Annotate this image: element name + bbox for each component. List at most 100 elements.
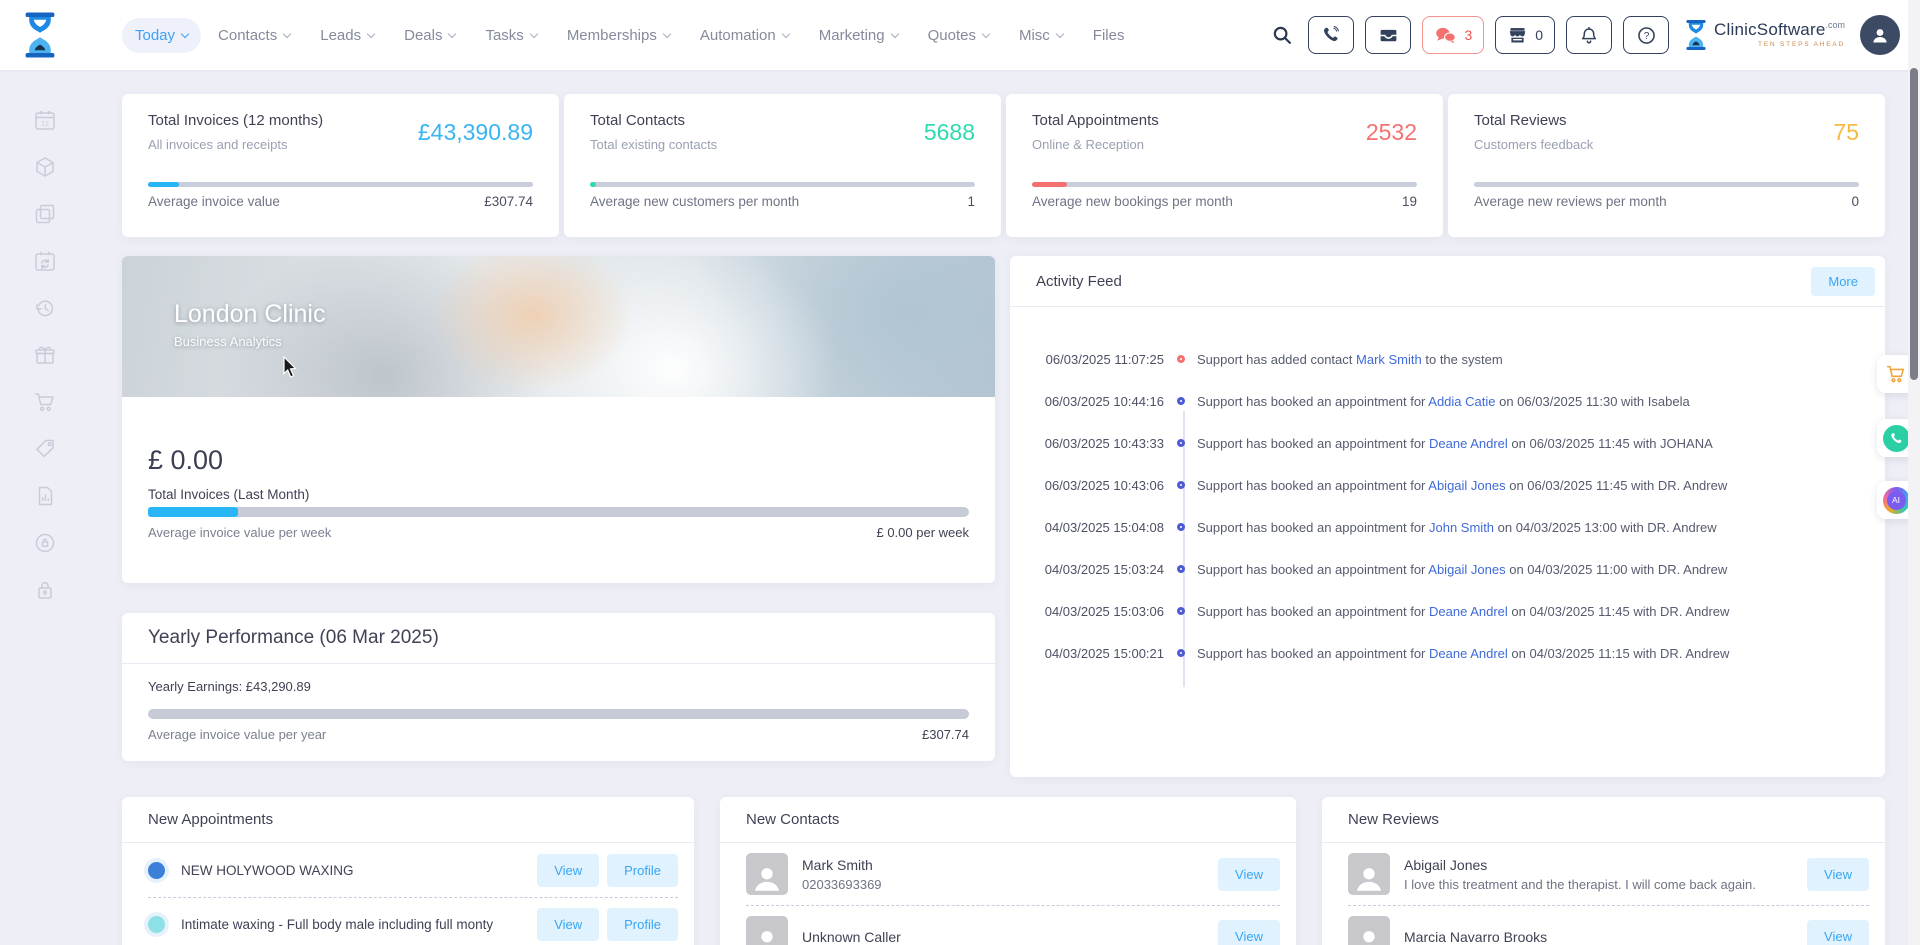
store-button[interactable]: 0 [1495,16,1555,54]
chat-button[interactable]: 3 [1422,16,1484,54]
layers-icon[interactable] [33,202,57,226]
search-icon[interactable] [1267,24,1297,46]
profile-button[interactable]: Profile [607,854,678,887]
nav-deals[interactable]: Deals [391,18,468,53]
activity-timestamp: 04/03/2025 15:00:21 [1036,646,1164,661]
avatar [746,853,788,895]
new-contacts-title: New Contacts [720,797,1296,843]
view-button[interactable]: View [537,908,599,941]
card-title: Total Reviews [1474,112,1859,129]
card-subtitle: Total existing contacts [590,137,975,152]
contact-name: Mark Smith [802,857,1200,873]
nav-quotes[interactable]: Quotes [915,18,1002,53]
progress-track [1474,182,1859,187]
phone-icon [1321,25,1341,45]
store-count-badge: 0 [1535,27,1543,43]
scrollbar-thumb[interactable] [1910,68,1918,380]
nav-leads[interactable]: Leads [307,18,387,53]
notifications-button[interactable] [1566,16,1612,54]
calendar-icon[interactable]: 12 [33,108,57,132]
card-subtitle: Online & Reception [1032,137,1417,152]
progress-fill [590,182,596,187]
svg-text:?: ? [1643,31,1649,42]
activity-dot-icon [1177,607,1185,615]
contact-link[interactable]: Deane Andrel [1429,604,1508,619]
profile-button[interactable]: Profile [607,908,678,941]
gift-icon[interactable] [33,343,57,367]
bell-icon [1579,25,1599,46]
view-button[interactable]: View [537,854,599,887]
view-button[interactable]: View [1218,858,1280,891]
activity-dot-icon [1177,523,1185,531]
nav-misc[interactable]: Misc [1006,18,1076,53]
chevron-down-icon [1056,29,1064,37]
footer-value: 19 [1402,194,1417,209]
tag-icon[interactable] [33,437,57,461]
contact-link[interactable]: Addia Catie [1428,394,1495,409]
history-icon[interactable] [33,296,57,320]
progress-fill [148,182,179,187]
help-button[interactable]: ? [1623,16,1669,54]
last-month-amount: £ 0.00 [148,445,223,476]
nav-label: Marketing [819,27,885,44]
chevron-down-icon [781,29,789,37]
nav-automation[interactable]: Automation [687,18,802,53]
brand-name: ClinicSoftware [1714,20,1825,39]
activity-row: 04/03/2025 15:04:08 Support has booked a… [1010,506,1885,548]
yearly-earnings: Yearly Earnings: £43,290.89 [148,679,311,694]
phone-button[interactable] [1308,16,1354,54]
chevron-down-icon [890,29,898,37]
clinic-banner-photo[interactable]: London Clinic Business Analytics [122,256,995,397]
nav-memberships[interactable]: Memberships [554,18,683,53]
activity-row: 04/03/2025 15:03:24 Support has booked a… [1010,548,1885,590]
account-privacy-icon[interactable] [33,531,57,555]
appointment-service: Intimate waxing - Full body male includi… [181,917,529,932]
page-scrollbar[interactable] [1908,0,1920,945]
nav-tasks[interactable]: Tasks [472,18,549,53]
activity-timestamp: 06/03/2025 10:43:33 [1036,436,1164,451]
nav-today[interactable]: Today [122,18,201,53]
app-logo[interactable] [22,11,92,59]
total-contacts-card: Total Contacts Total existing contacts 5… [564,94,1001,237]
total-appointments-card: Total Appointments Online & Reception 25… [1006,94,1443,237]
contact-link[interactable]: Deane Andrel [1429,646,1508,661]
service-color-dot [148,916,165,933]
contact-link[interactable]: John Smith [1429,520,1494,535]
chat-bubbles-icon [1434,25,1457,45]
footer-label: Average invoice value per week [148,525,331,540]
footer-value: £307.74 [922,727,969,742]
card-subtitle: Customers feedback [1474,137,1859,152]
nav-contacts[interactable]: Contacts [205,18,303,53]
contact-link[interactable]: Deane Andrel [1429,436,1508,451]
activity-row: 04/03/2025 15:00:21 Support has booked a… [1010,632,1885,674]
progress-track [148,182,533,187]
inbox-button[interactable] [1365,16,1411,54]
nav-marketing[interactable]: Marketing [806,18,911,53]
view-button[interactable]: View [1218,920,1280,945]
contact-link[interactable]: Abigail Jones [1428,562,1505,577]
user-avatar-button[interactable] [1860,15,1900,55]
report-icon[interactable] [33,484,57,508]
contact-link[interactable]: Mark Smith [1356,352,1422,367]
progress-fill [1032,182,1067,187]
cart-icon[interactable] [33,390,57,414]
last-month-label: Total Invoices (Last Month) [148,487,309,502]
nav-files[interactable]: Files [1080,18,1138,53]
calendar-sync-icon[interactable] [33,249,57,273]
reviewer-name: Marcia Navarro Brooks [1404,929,1789,945]
view-button[interactable]: View [1807,858,1869,891]
package-icon[interactable] [33,155,57,179]
lock-icon[interactable] [33,578,57,602]
header-actions: 3 0 ? ClinicSoftware.com TEN STEPS AHEAD [1267,15,1900,55]
review-text: I love this treatment and the therapist.… [1404,877,1789,892]
more-button[interactable]: More [1811,267,1875,296]
footer-label: Average new reviews per month [1474,194,1667,209]
activity-timestamp: 04/03/2025 15:04:08 [1036,520,1164,535]
view-button[interactable]: View [1807,920,1869,945]
store-icon [1507,25,1528,46]
clinicsoftware-logo[interactable]: ClinicSoftware.com TEN STEPS AHEAD [1684,19,1845,51]
chevron-down-icon [448,29,456,37]
progress-fill [148,507,238,517]
contact-link[interactable]: Abigail Jones [1428,478,1505,493]
chevron-down-icon [982,29,990,37]
